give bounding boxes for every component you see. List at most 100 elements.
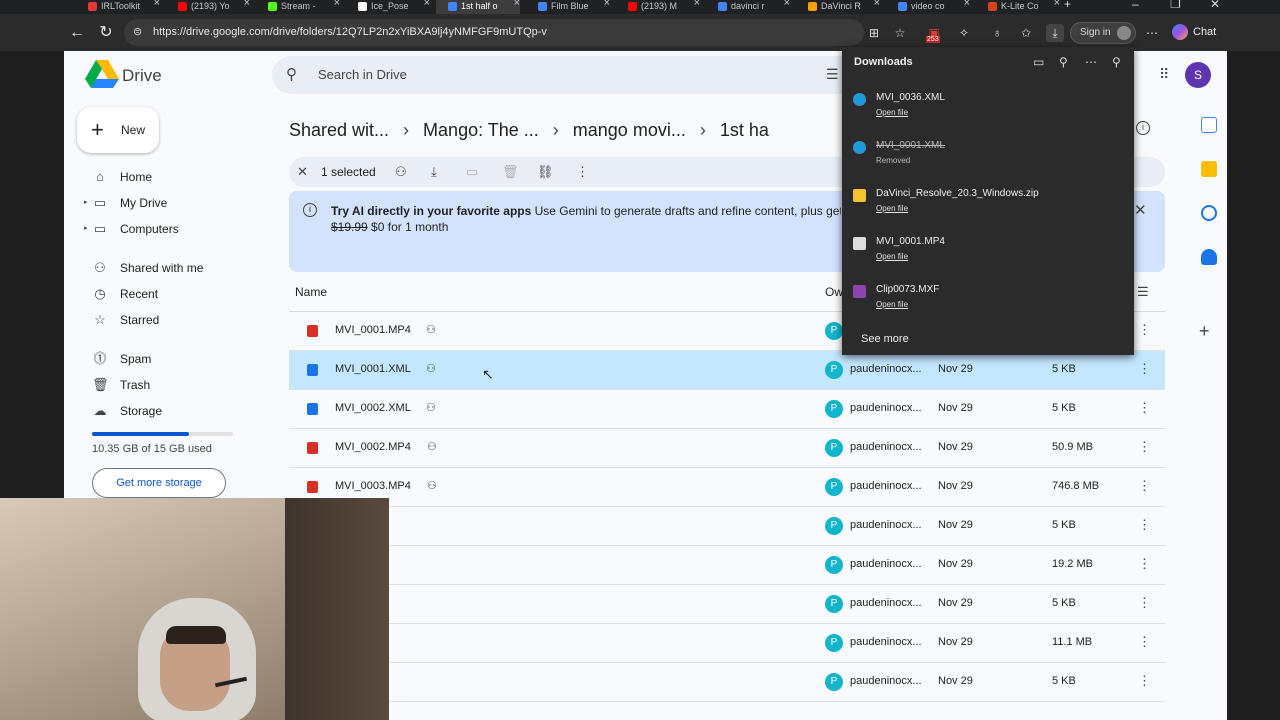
- pin-icon[interactable]: ⚲: [1112, 55, 1121, 69]
- app-available-icon[interactable]: ⊞: [865, 24, 883, 42]
- copilot-chat-button[interactable]: Chat: [1172, 24, 1216, 40]
- breadcrumb-item[interactable]: mango movi...: [573, 120, 686, 140]
- search-drive-input[interactable]: ⚲ Search in Drive: [272, 56, 892, 94]
- search-icon[interactable]: ⚲: [286, 56, 297, 94]
- close-tab-icon[interactable]: ×: [154, 0, 160, 9]
- more-options-icon[interactable]: ⋯: [1085, 55, 1097, 69]
- see-more-link[interactable]: See more: [861, 333, 909, 345]
- sidebar-item-shared-with-me[interactable]: ⚇ Shared with me: [72, 255, 252, 281]
- contacts-icon[interactable]: [1201, 249, 1217, 265]
- more-actions-icon[interactable]: ⋮: [1138, 439, 1151, 455]
- download-item[interactable]: MVI_0036.XML Open file: [842, 89, 1134, 135]
- more-actions-icon[interactable]: ⋮: [1138, 634, 1151, 650]
- close-tab-icon[interactable]: ×: [784, 0, 790, 9]
- browser-tab[interactable]: Ice_Pose ×: [346, 0, 430, 14]
- close-tab-icon[interactable]: ×: [694, 0, 700, 9]
- open-file-link[interactable]: Open file: [876, 108, 908, 117]
- breadcrumb-item[interactable]: 1st ha: [720, 120, 769, 140]
- close-window-button[interactable]: ✕: [1210, 0, 1220, 11]
- get-more-storage-button[interactable]: Get more storage: [92, 468, 226, 498]
- table-row[interactable]: MVI_0001.XML ⚇ Ppaudeninocx... Nov 29 5 KB ⋮: [289, 351, 1165, 390]
- close-tab-icon[interactable]: ×: [964, 0, 970, 9]
- more-actions-icon[interactable]: ⋮: [1138, 595, 1151, 611]
- more-actions-icon[interactable]: ⋮: [1138, 556, 1151, 572]
- browser-tab[interactable]: Film Blue ×: [526, 0, 610, 14]
- site-info-icon[interactable]: ⊜: [133, 19, 142, 46]
- more-actions-icon[interactable]: ⋮: [1138, 400, 1151, 416]
- copy-link-icon[interactable]: ⛓: [537, 157, 554, 187]
- more-actions-icon[interactable]: ⋮: [1138, 478, 1151, 494]
- open-file-link[interactable]: Open file: [876, 204, 908, 213]
- new-button[interactable]: + New: [77, 107, 159, 153]
- sidebar-item-storage[interactable]: ☁ Storage: [72, 398, 252, 424]
- browser-tab[interactable]: DaVinci R ×: [796, 0, 880, 14]
- maximize-button[interactable]: ❐: [1170, 0, 1181, 11]
- table-row[interactable]: ….MP4⚇Ppaudeninocx...Nov 2919.2 MB⋮: [289, 546, 1165, 585]
- clear-selection-icon[interactable]: ✕: [297, 157, 308, 187]
- browser-tab[interactable]: IRLToolkit ×: [76, 0, 160, 14]
- close-banner-icon[interactable]: ✕: [1134, 201, 1147, 219]
- browser-tab[interactable]: (2193) Yo ×: [166, 0, 250, 14]
- browser-tab[interactable]: K-Lite Co ×: [976, 0, 1060, 14]
- sidebar-item-home[interactable]: ⌂ Home: [72, 164, 252, 190]
- tasks-icon[interactable]: [1201, 205, 1217, 221]
- search-downloads-icon[interactable]: ⚲: [1059, 55, 1068, 69]
- keep-icon[interactable]: [1201, 161, 1217, 177]
- table-row[interactable]: ….MP4⚇Ppaudeninocx...Nov 2911.1 MB⋮: [289, 624, 1165, 663]
- downloads-icon[interactable]: ⤓: [1046, 24, 1064, 42]
- name-column-header[interactable]: Name: [295, 285, 327, 299]
- browser-tab[interactable]: 1st half o ×: [436, 0, 520, 14]
- download-item[interactable]: Clip0073.MXF Open file: [842, 281, 1134, 327]
- close-tab-icon[interactable]: ×: [424, 0, 430, 9]
- add-addon-icon[interactable]: +: [1199, 321, 1210, 342]
- open-folder-icon[interactable]: ▭: [1033, 55, 1044, 69]
- sign-in-button[interactable]: Sign in: [1070, 22, 1136, 44]
- trash-icon[interactable]: 🗑: [502, 157, 519, 187]
- sort-options-icon[interactable]: ☰: [1137, 284, 1149, 300]
- expand-arrow-icon[interactable]: ▸: [84, 190, 88, 216]
- browser-tab[interactable]: davinci r ×: [706, 0, 790, 14]
- extension-tool-icon[interactable]: ♁: [988, 24, 1006, 42]
- close-tab-icon[interactable]: ×: [1054, 0, 1060, 9]
- open-file-link[interactable]: Open file: [876, 252, 908, 261]
- open-file-link[interactable]: Open file: [876, 300, 908, 309]
- close-tab-icon[interactable]: ×: [244, 0, 250, 9]
- expand-arrow-icon[interactable]: ▸: [84, 216, 88, 242]
- more-actions-icon[interactable]: ⋮: [1138, 517, 1151, 533]
- breadcrumb-item[interactable]: Mango: The ...: [423, 120, 539, 140]
- sidebar-item-spam[interactable]: ⓵ Spam: [72, 346, 252, 372]
- share-icon[interactable]: ⚇: [395, 157, 407, 187]
- table-row[interactable]: ….XML⚇Ppaudeninocx...Nov 295 KB⋮: [289, 585, 1165, 624]
- download-item[interactable]: MVI_0001.XML Removed: [842, 137, 1134, 183]
- sidebar-item-starred[interactable]: ☆ Starred: [72, 307, 252, 333]
- apps-grid-icon[interactable]: ⠿: [1159, 66, 1169, 83]
- table-row[interactable]: ….XML⚇Ppaudeninocx...Nov 295 KB⋮: [289, 663, 1165, 702]
- owner-column-header[interactable]: Ow: [825, 285, 843, 299]
- search-options-icon[interactable]: ☰: [826, 66, 839, 83]
- close-tab-icon[interactable]: ×: [514, 0, 520, 9]
- extensions-icon[interactable]: ✧: [955, 24, 973, 42]
- new-tab-button[interactable]: +: [1064, 0, 1071, 11]
- info-icon[interactable]: i: [1136, 121, 1150, 135]
- minimize-button[interactable]: –: [1132, 0, 1139, 11]
- favorites-icon[interactable]: ✩: [1017, 24, 1035, 42]
- back-icon[interactable]: ←: [66, 22, 88, 44]
- more-actions-icon[interactable]: ⋮: [1138, 673, 1151, 689]
- browser-tab[interactable]: Stream - ×: [256, 0, 340, 14]
- more-actions-icon[interactable]: ⋮: [1138, 322, 1151, 338]
- table-row[interactable]: MVI_0003.MP4 ⚇ Ppaudeninocx... Nov 29 746.8 …: [289, 468, 1165, 507]
- sidebar-item-computers[interactable]: ▸ ▭ Computers: [72, 216, 252, 242]
- breadcrumb-item[interactable]: Shared wit...: [289, 120, 389, 140]
- more-actions-icon[interactable]: ⋮: [576, 157, 589, 187]
- calendar-icon[interactable]: [1201, 117, 1217, 133]
- download-item[interactable]: DaVinci_Resolve_20.3_Windows.zip Open fil…: [842, 185, 1134, 231]
- more-menu-icon[interactable]: ⋯: [1143, 24, 1161, 42]
- reload-icon[interactable]: ↻: [95, 22, 117, 44]
- table-row[interactable]: MVI_0002.XML ⚇ Ppaudeninocx... Nov 29 5 KB ⋮: [289, 390, 1165, 429]
- download-icon[interactable]: ⤓: [431, 157, 437, 187]
- download-item[interactable]: MVI_0001.MP4 Open file: [842, 233, 1134, 279]
- table-row[interactable]: MVI_0002.MP4 ⚇ Ppaudeninocx... Nov 29 50.9 M…: [289, 429, 1165, 468]
- sidebar-item-trash[interactable]: 🗑 Trash: [72, 372, 252, 398]
- close-tab-icon[interactable]: ×: [604, 0, 610, 9]
- browser-tab[interactable]: (2193) M ×: [616, 0, 700, 14]
